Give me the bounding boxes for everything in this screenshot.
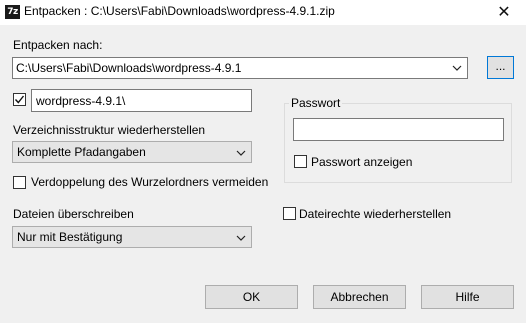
show-password-label: Passwort anzeigen xyxy=(311,155,413,169)
extract-path-value: C:\Users\Fabi\Downloads\wordpress-4.9.1 xyxy=(16,61,242,75)
app-icon: 7z xyxy=(5,5,20,19)
subfolder-value: wordpress-4.9.1\ xyxy=(36,94,126,108)
help-button[interactable]: Hilfe xyxy=(421,285,514,309)
ok-button[interactable]: OK xyxy=(205,285,298,309)
password-input[interactable] xyxy=(293,118,504,141)
eliminate-duplication-checkbox[interactable] xyxy=(13,176,26,189)
subfolder-checkbox[interactable] xyxy=(13,93,26,106)
password-group xyxy=(284,103,512,183)
path-mode-value: Komplette Pfadangaben xyxy=(17,145,146,159)
overwrite-mode-select[interactable]: Nur mit Bestätigung xyxy=(12,226,252,248)
overwrite-mode-label: Dateien überschreiben xyxy=(13,207,134,221)
extract-to-label: Entpacken nach: xyxy=(13,38,103,52)
overwrite-mode-value: Nur mit Bestätigung xyxy=(17,230,123,244)
cancel-button[interactable]: Abbrechen xyxy=(313,285,406,309)
chevron-down-icon[interactable] xyxy=(449,58,465,78)
path-mode-label: Verzeichnisstruktur wiederherstellen xyxy=(13,123,206,137)
subfolder-input[interactable]: wordpress-4.9.1\ xyxy=(31,89,252,112)
extract-path-combo[interactable]: C:\Users\Fabi\Downloads\wordpress-4.9.1 xyxy=(12,57,468,79)
eliminate-duplication-label: Verdoppelung des Wurzelordners vermeiden xyxy=(31,175,269,189)
title-bar: 7z Entpacken : C:\Users\Fabi\Downloads\w… xyxy=(0,0,526,25)
window-title: Entpacken : C:\Users\Fabi\Downloads\word… xyxy=(24,4,335,18)
chevron-down-icon xyxy=(233,228,249,248)
chevron-down-icon xyxy=(233,143,249,163)
check-icon xyxy=(14,95,25,104)
restore-security-checkbox[interactable] xyxy=(283,207,296,220)
show-password-checkbox[interactable] xyxy=(294,155,307,168)
close-button[interactable]: ✕ xyxy=(482,0,526,25)
restore-security-label: Dateirechte wiederherstellen xyxy=(299,207,452,221)
browse-button[interactable]: ... xyxy=(487,56,514,79)
path-mode-select[interactable]: Komplette Pfadangaben xyxy=(12,141,252,163)
password-group-label: Passwort xyxy=(289,96,343,110)
